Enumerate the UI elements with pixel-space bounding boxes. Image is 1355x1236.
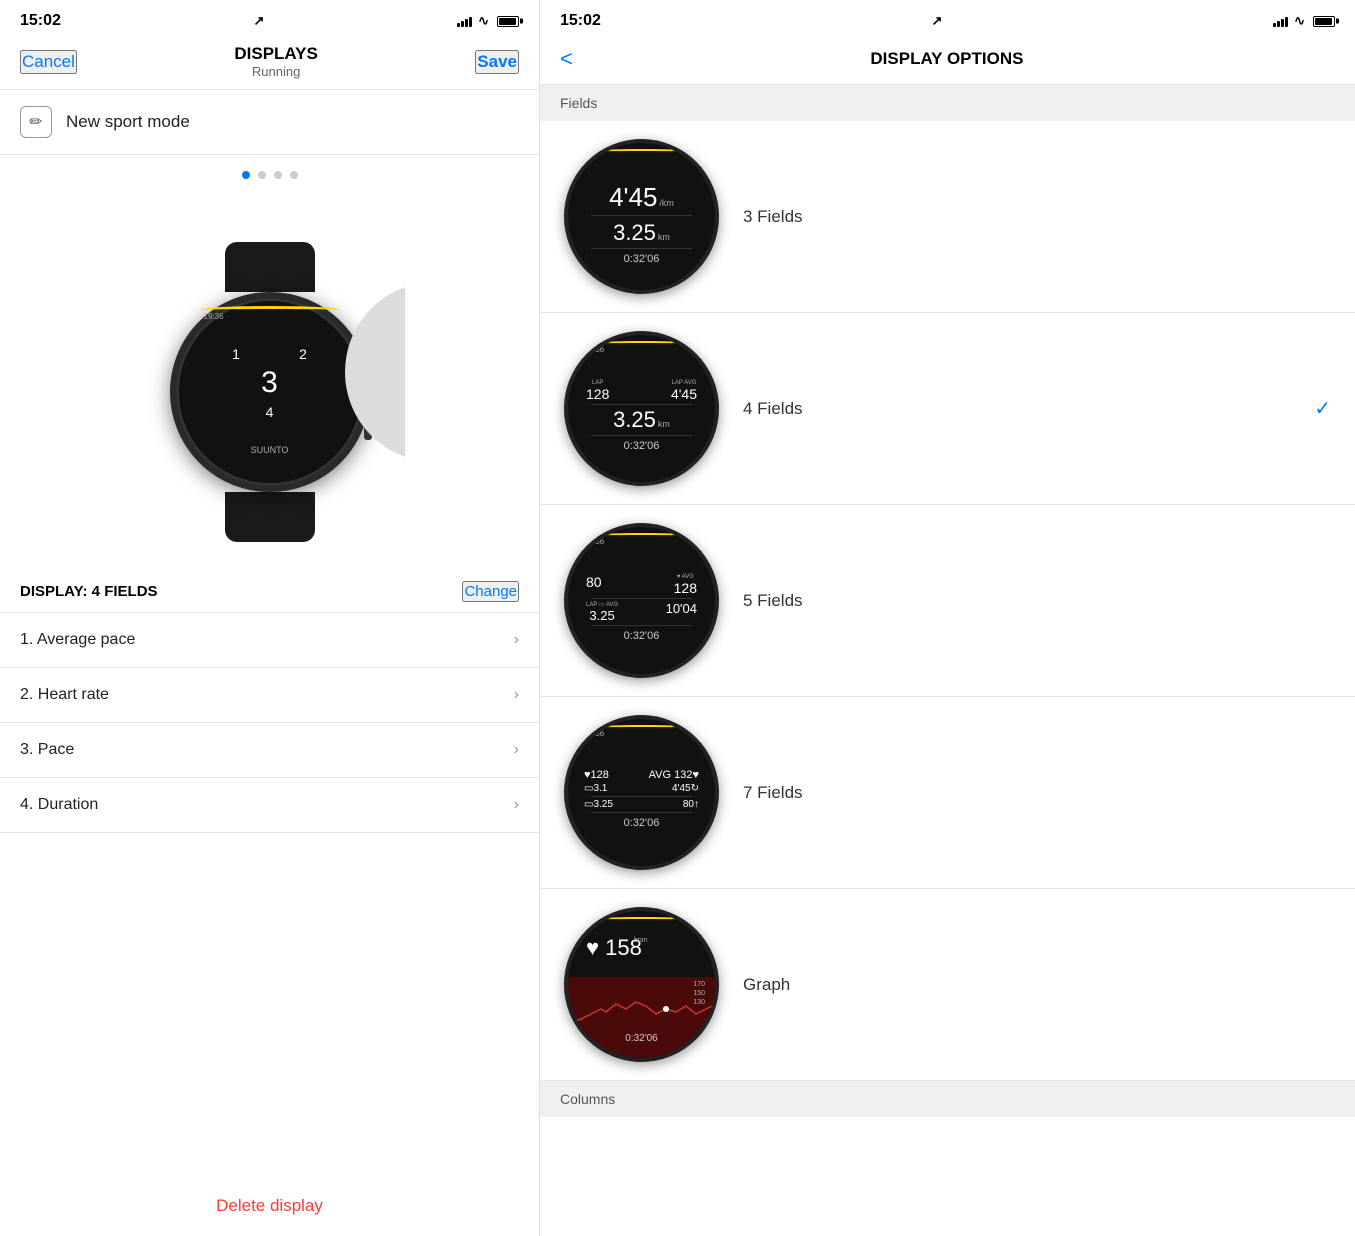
watch-field-3: 3 [205,366,335,400]
wifi-icon-right: ∿ [1294,13,1305,29]
location-icon-right: ↗ [932,13,943,29]
cancel-button[interactable]: Cancel [20,50,77,74]
option-label-4fields: 4 Fields [743,399,1314,419]
field-item-3[interactable]: 3. Pace › [0,723,539,778]
watch-7fields: 19:36 ♥128 AVG 132♥ ▭3.1 4'45↻ ▭3.25 [564,715,719,870]
watch-strap-top [225,242,315,292]
dot-2[interactable] [258,171,266,179]
watch-brand: SUUNTO [251,445,289,455]
watch-strap-bottom [225,492,315,542]
watch-3fields: 4'45 /km 3.25 km 0:32'06 [564,139,719,294]
watch-time-display: 19:36 [204,312,224,321]
columns-section-header: Columns [540,1081,1355,1117]
field-chevron-2: › [514,686,519,704]
signal-bars-right [1273,15,1288,27]
field-label-2: 2. Heart rate [20,686,109,704]
delete-display-button[interactable]: Delete display [0,1176,539,1236]
back-button[interactable]: < [560,46,573,72]
fields-header-label: Fields [560,95,597,111]
nav-bar-left: Cancel DISPLAYS Running Save [0,38,539,90]
watch-container: 19:36 1 2 3 4 SUUNTO [155,242,385,502]
watch-side-body: 1 3 5 [345,282,405,462]
edit-name-row[interactable]: ✏ New sport mode [0,90,539,155]
watch-4fields: 19:36 LAP 128 LAP AVG 4'45 [564,331,719,486]
time-left: 15:02 [20,12,61,30]
option-3fields[interactable]: 4'45 /km 3.25 km 0:32'06 3 Fields [540,121,1355,313]
graph-time-bottom: 0:32'06 [625,1033,658,1044]
option-4fields[interactable]: 19:36 LAP 128 LAP AVG 4'45 [540,313,1355,505]
option-label-7fields: 7 Fields [743,783,1331,803]
watch-area: 19:36 1 2 3 4 SUUNTO [0,187,539,567]
watch-side-partial: 1 3 5 [345,282,405,462]
status-bar-right: 15:02 ↗ ∿ [540,0,1355,38]
status-icons-left: ∿ [457,13,519,29]
fields-section-header: Fields [540,85,1355,121]
watch-body: 19:36 1 2 3 4 SUUNTO [170,292,370,492]
save-button[interactable]: Save [475,50,519,74]
dot-1[interactable] [242,171,250,179]
field-label-4: 4. Duration [20,796,98,814]
watch4-time: 19:36 [584,345,604,354]
field-label-1: 1. Average pace [20,631,135,649]
field-item-2[interactable]: 2. Heart rate › [0,668,539,723]
graph-bg: 170 150 130 [568,977,715,1058]
columns-header-label: Columns [560,1091,615,1107]
field-chevron-4: › [514,796,519,814]
option-7fields[interactable]: 19:36 ♥128 AVG 132♥ ▭3.1 4'45↻ ▭3.25 [540,697,1355,889]
right-nav-bar: < DISPLAY OPTIONS [540,38,1355,85]
carousel-dots [0,155,539,187]
watch-field-2: 2 [272,346,335,362]
watch-screen: 1 2 3 4 SUUNTO [190,312,350,472]
displays-subtitle: Running [234,64,317,79]
option-graph[interactable]: 170 150 130 ♥ 158 bpm 0:32'06 Graph [540,889,1355,1081]
field-item-4[interactable]: 4. Duration › [0,778,539,833]
dot-3[interactable] [274,171,282,179]
location-icon-left: ↗ [254,13,265,29]
display-fields-header: DISPLAY: 4 FIELDS Change [0,567,539,613]
watch-graph: 170 150 130 ♥ 158 bpm 0:32'06 [564,907,719,1062]
bpm-label: bpm [634,937,648,944]
watch-5fields: 19:36 80 ♥ AVG 128 [564,523,719,678]
right-panel: 15:02 ↗ ∿ < DISPLAY OPTIONS Fields [540,0,1355,1236]
battery-icon-left [497,16,519,27]
graph-labels: 170 150 130 [693,981,705,1006]
option-5fields[interactable]: 19:36 80 ♥ AVG 128 [540,505,1355,697]
time-right: 15:02 [560,12,601,30]
field-item-1[interactable]: 1. Average pace › [0,613,539,668]
display-options-title: DISPLAY OPTIONS [589,49,1335,69]
displays-title-block: DISPLAYS Running [234,44,317,79]
edit-icon: ✏ [20,106,52,138]
field-list: 1. Average pace › 2. Heart rate › 3. Pac… [0,613,539,1176]
status-bar-left: 15:02 ↗ ∿ [0,0,539,38]
option-label-graph: Graph [743,975,1331,995]
dot-4[interactable] [290,171,298,179]
options-list: 4'45 /km 3.25 km 0:32'06 3 Fields [540,121,1355,1236]
option-label-3fields: 3 Fields [743,207,1331,227]
field-chevron-3: › [514,741,519,759]
sport-mode-name: New sport mode [66,112,190,132]
watch-fields-grid: 1 2 3 4 [205,346,335,420]
display-fields-label: DISPLAY: 4 FIELDS [20,583,158,600]
field-label-3: 3. Pace [20,741,74,759]
check-icon-4fields: ✓ [1314,396,1331,421]
option-label-5fields: 5 Fields [743,591,1331,611]
battery-icon-right [1313,16,1335,27]
watch-field-4: 4 [205,404,335,420]
change-button[interactable]: Change [462,581,519,602]
left-panel: 15:02 ↗ ∿ Cancel DISPLAYS Running Save ✏… [0,0,540,1236]
wifi-icon-left: ∿ [478,13,489,29]
signal-bars-left [457,15,472,27]
field-chevron-1: › [514,631,519,649]
status-icons-right: ∿ [1273,13,1335,29]
displays-title: DISPLAYS [234,44,317,64]
watch-field-1: 1 [205,346,268,362]
